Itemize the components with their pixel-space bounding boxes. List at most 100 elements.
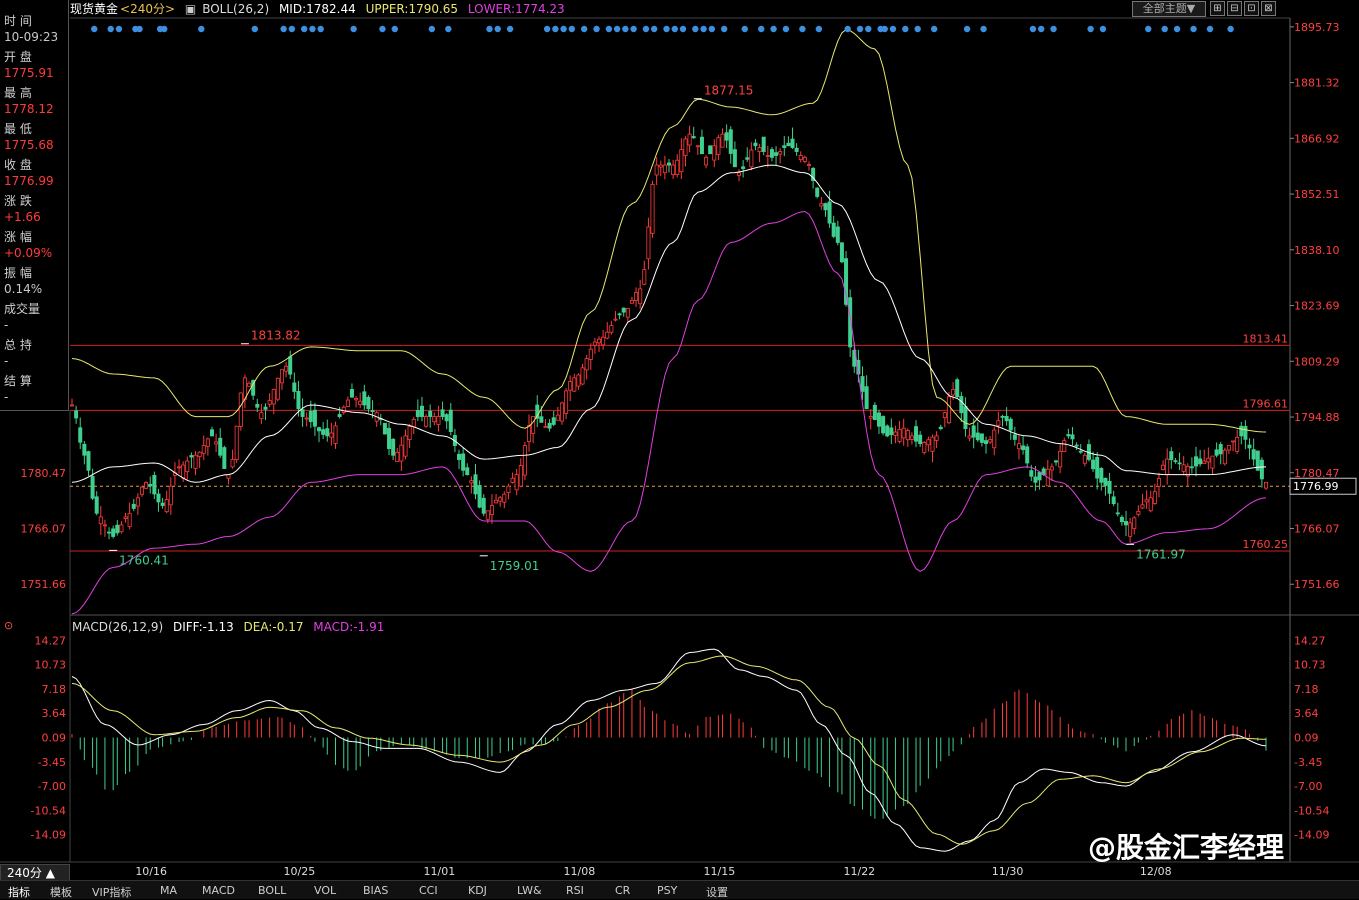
candle-body: [576, 374, 581, 387]
candle-body: [1099, 468, 1104, 483]
candle-body: [522, 445, 527, 476]
candle-body: [1021, 445, 1026, 451]
candle-body: [419, 405, 424, 417]
candle-body: [584, 358, 589, 371]
candle-body: [559, 402, 564, 422]
candle-body: [1259, 459, 1264, 480]
candle-body: [123, 516, 128, 519]
candle-body: [74, 410, 79, 419]
candle-body: [885, 425, 890, 437]
candle-body: [164, 499, 169, 513]
candle-body: [634, 292, 639, 301]
candle-body: [774, 152, 779, 156]
candle-body: [432, 416, 437, 423]
signal-marker: [136, 25, 143, 33]
candle-body: [407, 426, 412, 440]
tab-6[interactable]: VOL: [314, 884, 336, 897]
candle-body: [551, 417, 556, 425]
tab-12[interactable]: CR: [615, 884, 630, 897]
signal-marker: [251, 25, 259, 33]
candle-body: [1235, 436, 1240, 452]
candle-body: [1194, 456, 1199, 467]
macd-right-tick: 7.18: [1294, 683, 1319, 696]
candle-body: [963, 406, 968, 430]
candle-body: [1132, 517, 1137, 530]
tab-3[interactable]: MA: [160, 884, 177, 897]
signal-marker: [980, 25, 987, 33]
candle-body: [1189, 466, 1194, 469]
candle-body: [971, 425, 976, 438]
candle-body: [543, 425, 548, 428]
signal-marker: [758, 25, 765, 33]
tab-7[interactable]: BIAS: [363, 884, 388, 897]
candle-body: [988, 439, 993, 443]
candle-body: [70, 404, 75, 407]
price-tick-label: 1794.88: [1294, 411, 1340, 424]
candle-body: [724, 132, 729, 141]
candle-body: [1012, 434, 1017, 440]
date-label: 10/16: [135, 865, 167, 878]
candle-body: [502, 493, 507, 503]
candle-body: [1156, 478, 1161, 487]
tab-4[interactable]: MACD: [202, 884, 235, 897]
price-chart[interactable]: 1895.73 1881.32 1866.92 1852.51 1838.10 1823.…: [0, 0, 1359, 880]
candle-body: [308, 410, 313, 422]
candle-body: [1226, 445, 1231, 451]
candle-body: [107, 531, 112, 534]
candle-body: [827, 201, 832, 224]
tab-11[interactable]: RSI: [566, 884, 584, 897]
candle-body: [1115, 512, 1120, 515]
candle-body: [984, 440, 989, 445]
candle-body: [942, 412, 947, 419]
candle-body: [572, 377, 577, 392]
macd-left-tick: 14.27: [35, 634, 67, 647]
signal-marker: [889, 25, 897, 33]
candle-body: [687, 133, 692, 146]
candle-body: [897, 428, 902, 442]
signal-marker: [799, 25, 806, 33]
candle-body: [345, 399, 350, 408]
signal-marker: [1161, 25, 1168, 33]
candle-body: [489, 505, 494, 515]
candle-body: [745, 157, 750, 160]
candle-body: [193, 454, 198, 469]
left-price-label: 1751.66: [21, 578, 67, 591]
candle-body: [181, 464, 186, 479]
macd-left-tick: -3.45: [38, 756, 66, 769]
tab-5[interactable]: BOLL: [258, 884, 286, 897]
candle-body: [650, 184, 655, 234]
candle-body: [325, 428, 330, 437]
candle-body: [465, 467, 470, 475]
candle-body: [531, 416, 536, 434]
candle-body: [835, 226, 840, 243]
watermark: @股金汇李经理: [1088, 831, 1285, 864]
candle-body: [753, 142, 758, 147]
tab-13[interactable]: PSY: [657, 884, 677, 897]
candle-body: [86, 451, 91, 471]
candle-body: [78, 427, 83, 443]
macd-right-tick: 14.27: [1294, 634, 1326, 647]
tab-8[interactable]: CCI: [419, 884, 438, 897]
tab-9[interactable]: KDJ: [468, 884, 487, 897]
signal-marker: [1099, 25, 1107, 33]
candle-body: [831, 222, 836, 237]
candle-body: [617, 313, 622, 316]
signal-marker: [1029, 25, 1037, 33]
candle-body: [720, 133, 725, 148]
candle-body: [918, 434, 923, 445]
candle-body: [1111, 496, 1116, 505]
candle-body: [1082, 454, 1087, 464]
tab-10[interactable]: LW&: [517, 884, 542, 897]
candle-body: [794, 147, 799, 152]
macd-right-tick: -14.09: [1294, 829, 1329, 842]
candle-body: [765, 155, 770, 157]
candle-body: [893, 431, 898, 436]
candle-body: [1247, 444, 1252, 449]
signal-marker: [963, 25, 971, 33]
signal-marker: [280, 25, 287, 33]
candle-body: [275, 377, 280, 400]
candle-body: [498, 497, 503, 502]
signal-marker: [865, 25, 872, 33]
candle-body: [259, 412, 264, 420]
candle-body: [473, 474, 478, 495]
